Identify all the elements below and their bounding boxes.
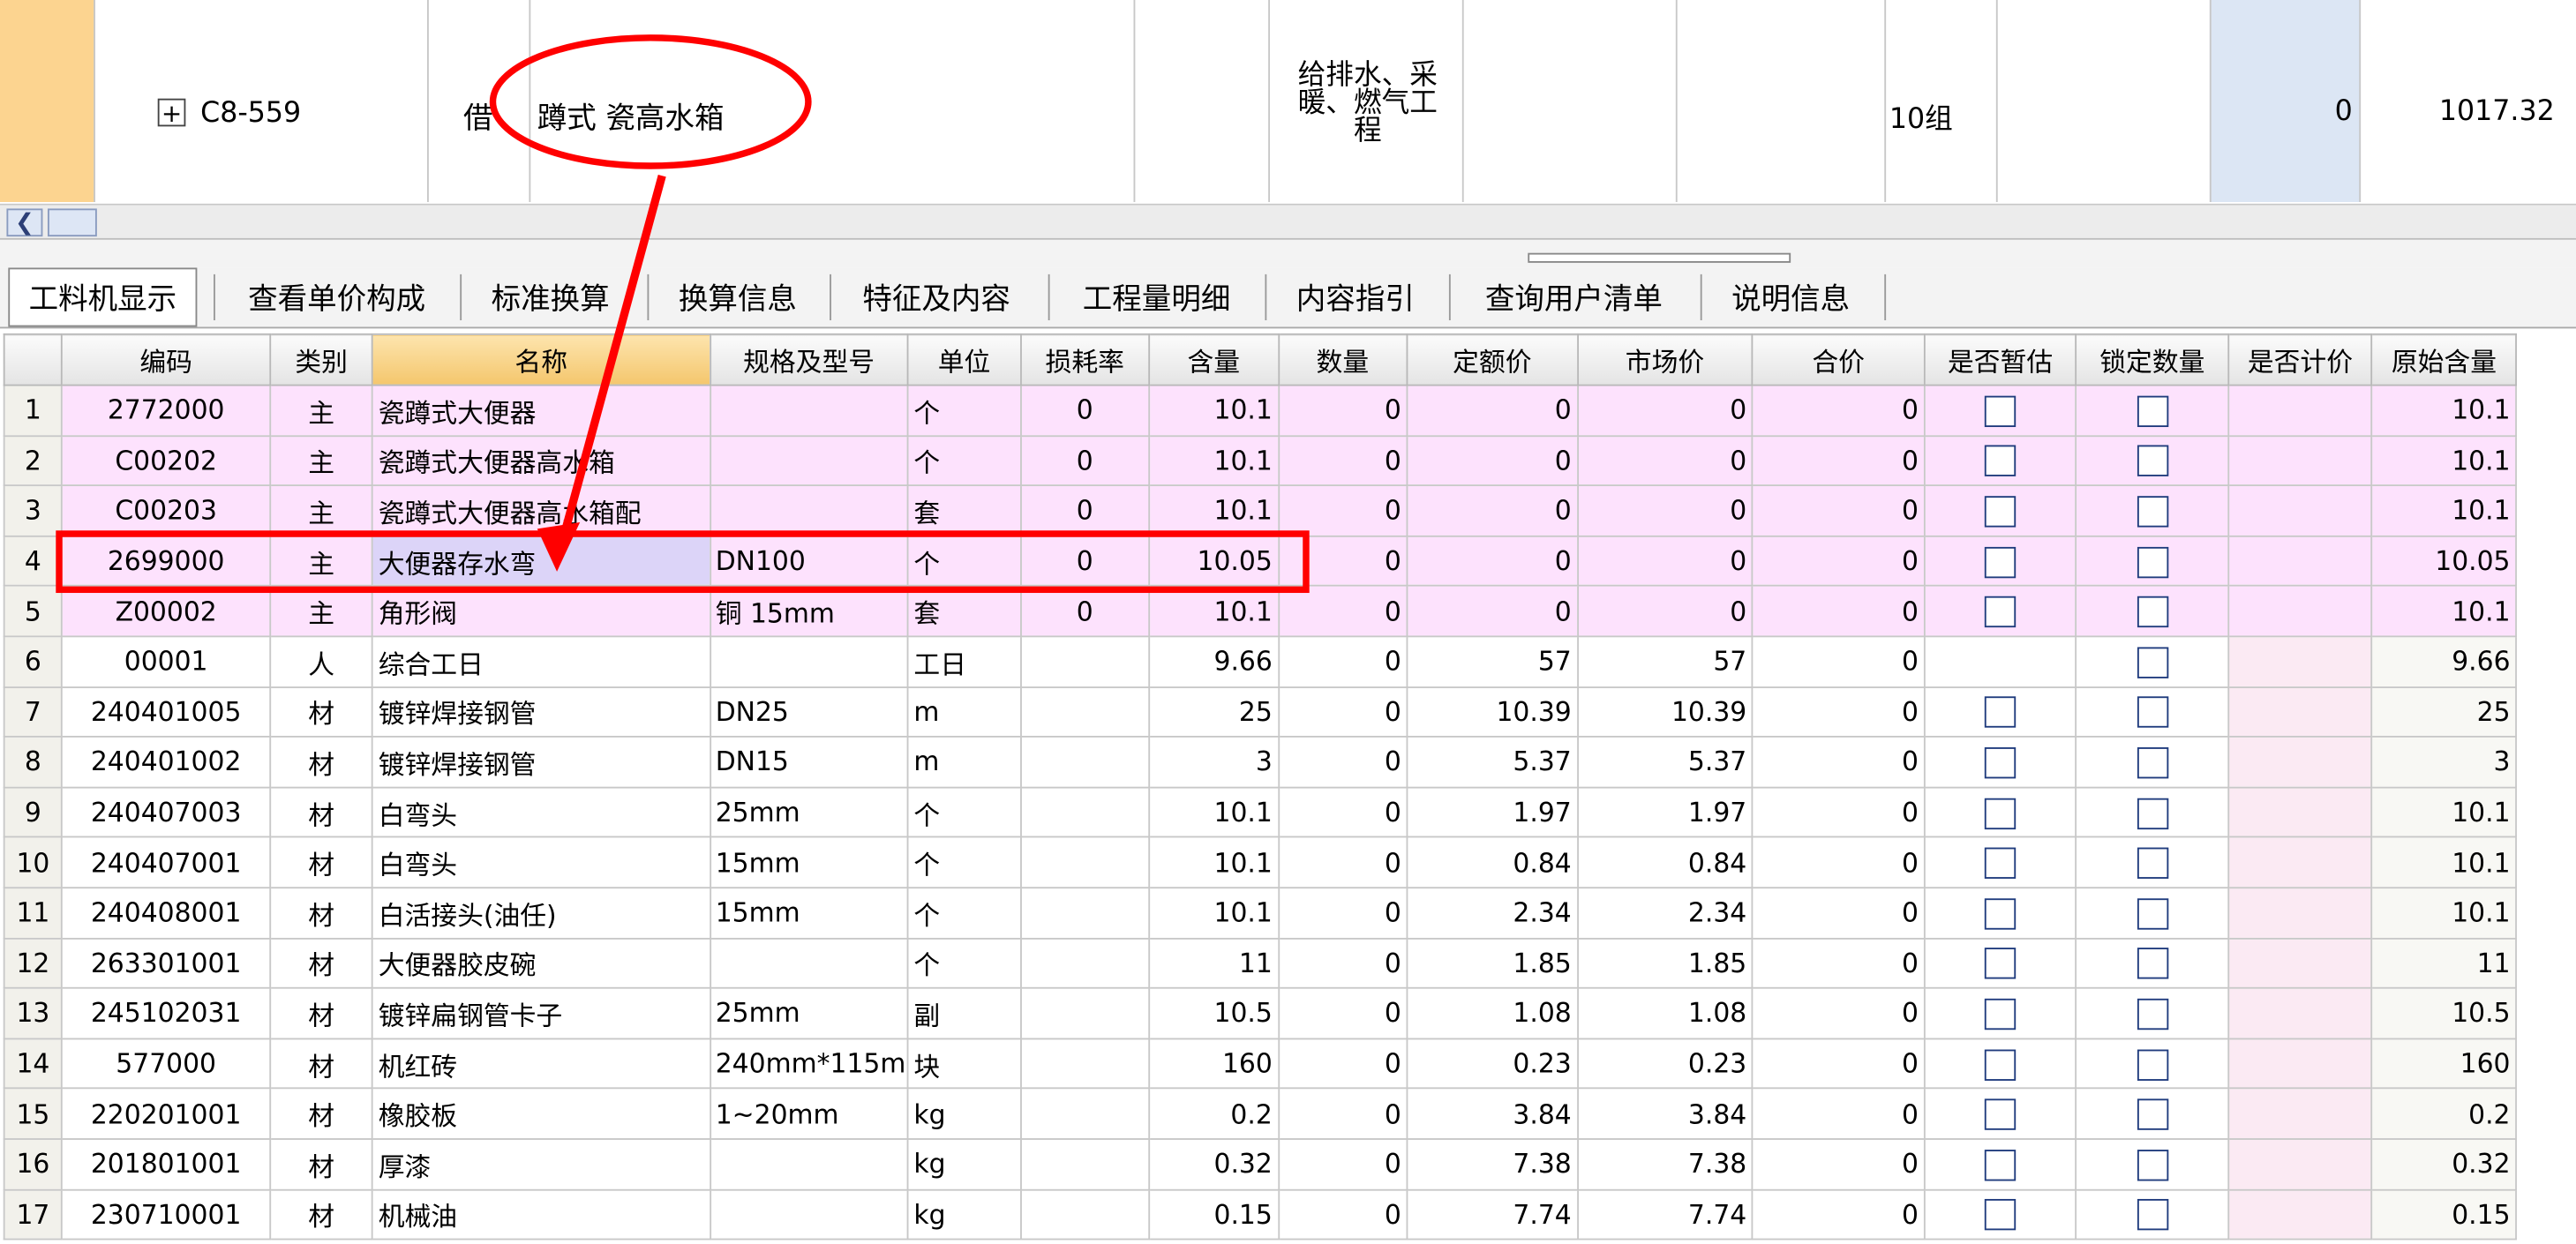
arrow-head <box>537 521 581 572</box>
arrow-line <box>560 174 666 538</box>
highlight-ellipse <box>489 34 812 169</box>
annotation-overlay <box>489 34 812 572</box>
